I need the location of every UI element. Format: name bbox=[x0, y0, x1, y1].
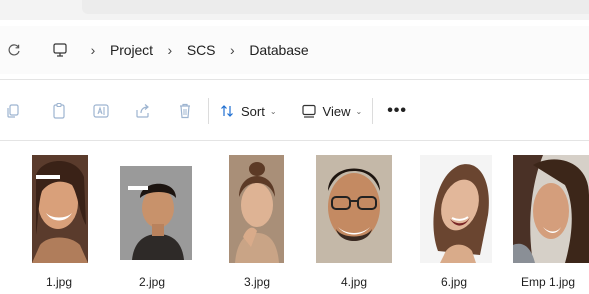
divider bbox=[0, 140, 589, 141]
chevron-down-icon: ⌄ bbox=[269, 106, 277, 116]
rename-icon[interactable] bbox=[90, 100, 112, 122]
title-strip bbox=[0, 0, 589, 20]
copy-icon[interactable] bbox=[2, 100, 24, 122]
delete-icon[interactable] bbox=[174, 100, 196, 122]
breadcrumb-database[interactable]: Database bbox=[245, 42, 312, 58]
file-thumbnail bbox=[32, 155, 88, 263]
sort-icon bbox=[219, 100, 235, 122]
view-icon bbox=[301, 100, 317, 122]
file-name: Emp 1.jpg bbox=[520, 275, 576, 289]
breadcrumb-scs[interactable]: SCS bbox=[183, 42, 220, 58]
divider bbox=[0, 79, 589, 80]
view-label: View bbox=[322, 103, 351, 119]
file-name: 6.jpg bbox=[440, 275, 468, 289]
file-thumbnail bbox=[513, 155, 589, 263]
toolbar-divider bbox=[372, 98, 374, 124]
monitor-icon[interactable] bbox=[50, 41, 70, 59]
file-thumbnail bbox=[120, 166, 192, 260]
chevron-right-icon[interactable]: › bbox=[223, 42, 241, 58]
breadcrumb: › Project › SCS › Database bbox=[50, 33, 313, 67]
more-options-button[interactable]: ••• bbox=[387, 96, 407, 126]
share-icon[interactable] bbox=[132, 100, 154, 122]
file-thumbnail bbox=[229, 155, 284, 263]
file-name: 2.jpg bbox=[138, 275, 166, 289]
paste-icon[interactable] bbox=[48, 100, 70, 122]
breadcrumb-project[interactable]: Project bbox=[106, 42, 157, 58]
address-bar[interactable]: › Project › SCS › Database bbox=[0, 26, 589, 74]
chevron-right-icon[interactable]: › bbox=[161, 42, 179, 58]
tab-area bbox=[82, 0, 589, 14]
view-button[interactable]: View ⌄ bbox=[301, 96, 363, 126]
chevron-right-icon[interactable]: › bbox=[84, 42, 102, 58]
refresh-icon[interactable] bbox=[6, 42, 22, 58]
file-grid: 1.jpg 2.jpg 3.jpg 4.jpg 6.jpg Emp 1.jpg bbox=[0, 150, 589, 294]
file-thumbnail bbox=[420, 155, 492, 263]
file-name: 3.jpg bbox=[243, 275, 271, 289]
file-name: 4.jpg bbox=[340, 275, 368, 289]
more-icon: ••• bbox=[387, 102, 408, 119]
sort-button[interactable]: Sort ⌄ bbox=[219, 96, 277, 126]
toolbar-divider bbox=[208, 98, 209, 124]
sort-label: Sort bbox=[241, 103, 265, 119]
file-name: 1.jpg bbox=[45, 275, 73, 289]
command-bar: Sort ⌄ View ⌄ ••• bbox=[0, 88, 589, 134]
file-thumbnail bbox=[316, 155, 392, 263]
chevron-down-icon: ⌄ bbox=[355, 106, 363, 116]
